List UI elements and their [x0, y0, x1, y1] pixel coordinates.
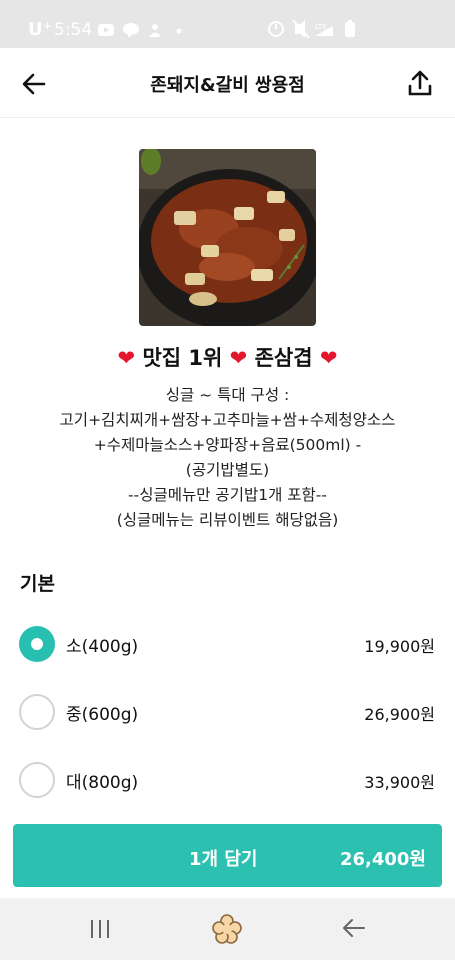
cart-quantity-label: 1개 담기 [189, 849, 258, 870]
menu-title-part-1: 맛집 1위 [142, 346, 223, 370]
menu-photo [139, 149, 316, 326]
cart-total-price: 26,400원 [339, 849, 426, 870]
heart-icon: ❤ [117, 346, 136, 370]
heart-icon: ❤ [229, 346, 248, 370]
option-large[interactable]: 대(800g) 33,900원 [0, 762, 455, 802]
radio-button[interactable] [19, 694, 55, 730]
description-line: --싱글메뉴만 공기밥1개 포함-- [128, 486, 327, 504]
carrier-label: U⁺ [28, 19, 53, 40]
system-status-icons: LTE [268, 20, 355, 38]
menu-description: 싱글 ~ 특대 구성 : 고기+김치찌개+쌈장+고추마늘+쌈+수제청양소스 +수… [0, 383, 455, 533]
option-price: 26,900원 [364, 705, 435, 724]
status-bar: U⁺ 5:54 LTE [0, 0, 455, 48]
store-title: 존돼지&갈비 쌍용점 [150, 75, 305, 96]
notification-icons [98, 23, 182, 38]
add-to-cart-button[interactable]: 1개 담기 26,400원 [13, 824, 442, 887]
option-label: 소(400g) [66, 637, 139, 657]
option-label: 대(800g) [66, 773, 139, 793]
svg-text:LTE: LTE [315, 23, 327, 31]
home-icon[interactable] [212, 914, 242, 944]
share-upload-icon[interactable] [404, 68, 436, 100]
heart-icon: ❤ [319, 346, 338, 370]
description-line: 싱글 ~ 특대 구성 : [165, 386, 290, 404]
radio-button[interactable] [19, 762, 55, 798]
option-label: 중(600g) [66, 705, 139, 725]
description-line: 고기+김치찌개+쌈장+고추마늘+쌈+수제청양소스 [59, 411, 396, 429]
option-price: 33,900원 [364, 773, 435, 792]
food-dish-image [139, 149, 316, 326]
app-header: 존돼지&갈비 쌍용점 [0, 48, 455, 118]
description-line: +수제마늘소스+양파장+음료(500ml) - [93, 436, 362, 454]
options-section-title: 기본 [20, 573, 55, 595]
system-nav-bar [0, 898, 455, 960]
option-price: 19,900원 [364, 637, 435, 656]
description-line: (공기밥별도) [185, 461, 270, 479]
status-time: 5:54 [54, 20, 93, 40]
description-line: (싱글메뉴는 리뷰이벤트 해당없음) [116, 511, 339, 529]
menu-title: ❤ 맛집 1위 ❤ 존삼겹 ❤ [0, 342, 455, 372]
option-small[interactable]: 소(400g) 19,900원 [0, 626, 455, 666]
back-icon[interactable] [342, 918, 366, 938]
radio-button-selected[interactable] [19, 626, 55, 662]
option-medium[interactable]: 중(600g) 26,900원 [0, 694, 455, 734]
recent-apps-icon[interactable] [89, 919, 111, 939]
menu-title-part-2: 존삼겹 [254, 346, 313, 370]
